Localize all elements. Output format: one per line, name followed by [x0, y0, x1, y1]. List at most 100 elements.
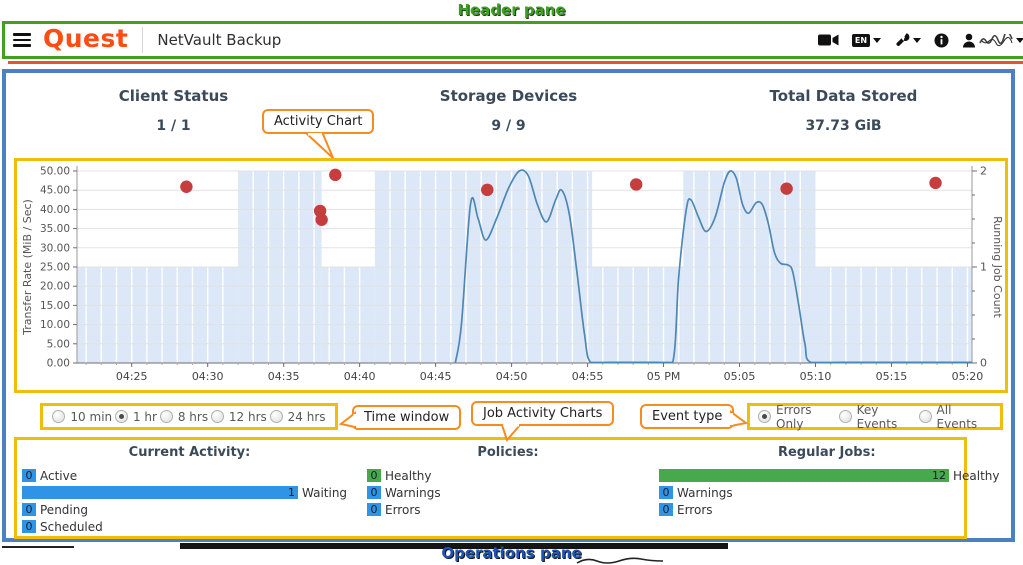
- app-header: Quest NetVault Backup EN: [2, 21, 1023, 59]
- radio-label: Errors Only: [776, 403, 839, 431]
- svg-text:04:35: 04:35: [268, 370, 300, 383]
- op-row-pending[interactable]: 0Pending: [22, 503, 362, 516]
- app-title: NetVault Backup: [157, 31, 281, 49]
- operations-pane-body: Client Status 1 / 1 Storage Devices 9 / …: [2, 69, 1015, 542]
- tools-menu[interactable]: [894, 32, 921, 48]
- svg-text:04:25: 04:25: [116, 370, 148, 383]
- op-label: Active: [40, 469, 77, 483]
- radio-label: All Events: [937, 403, 992, 431]
- radio-icon: [52, 410, 65, 423]
- op-label: Waiting: [302, 486, 347, 500]
- video-camera-icon[interactable]: [818, 33, 839, 47]
- tools-icon: [894, 32, 910, 48]
- callout-tail: [730, 411, 747, 428]
- language-menu[interactable]: EN: [852, 34, 881, 47]
- time-window-option-1-hr[interactable]: 1 hr: [115, 410, 157, 424]
- event-type-option-all-events[interactable]: All Events: [919, 403, 992, 431]
- chevron-down-icon: [1016, 38, 1023, 43]
- menu-icon[interactable]: [13, 33, 31, 47]
- time-window-option-12-hrs[interactable]: 12 hrs: [211, 410, 267, 424]
- radio-label: 24 hrs: [288, 410, 326, 424]
- op-bar-waiting: 1: [22, 486, 298, 499]
- user-icon: [962, 33, 976, 48]
- ops-section-title: Policies:: [362, 445, 654, 469]
- storage-devices-stat[interactable]: Storage Devices 9 / 9: [341, 87, 676, 134]
- time-window-option-24-hrs[interactable]: 24 hrs: [270, 410, 326, 424]
- svg-text:35.00: 35.00: [40, 223, 70, 235]
- svg-text:45.00: 45.00: [40, 185, 70, 197]
- svg-text:04:50: 04:50: [496, 370, 528, 383]
- stat-title: Client Status: [6, 87, 341, 105]
- event-type-option-key-events[interactable]: Key Events: [839, 403, 919, 431]
- op-row-waiting[interactable]: 1 Waiting: [22, 486, 362, 499]
- ops-section-title: Current Activity:: [17, 445, 362, 469]
- annotation-operations-pane: Operations pane: [0, 544, 1023, 562]
- op-bar-active: 0: [22, 469, 36, 482]
- op-row-scheduled[interactable]: 0Scheduled: [22, 520, 362, 533]
- radio-label: 10 min: [70, 410, 112, 424]
- radio-icon: [919, 410, 932, 423]
- svg-text:50.00: 50.00: [40, 166, 70, 178]
- header-divider: [8, 61, 1023, 64]
- svg-text:5.00: 5.00: [47, 338, 70, 350]
- chevron-down-icon: [913, 38, 921, 43]
- op-label: Healthy: [385, 469, 432, 483]
- event-type-option-errors-only[interactable]: Errors Only: [758, 403, 839, 431]
- user-menu[interactable]: [962, 33, 1023, 48]
- svg-text:40.00: 40.00: [40, 204, 70, 216]
- op-row-errors[interactable]: 0Errors: [659, 503, 1000, 516]
- stat-title: Total Data Stored: [676, 87, 1011, 105]
- activity-chart: 0.005.0010.0015.0020.0025.0030.0035.0040…: [14, 158, 1008, 393]
- svg-text:0: 0: [980, 357, 987, 370]
- svg-text:Transfer Rate (MiB / Sec): Transfer Rate (MiB / Sec): [21, 199, 34, 336]
- time-window-group: 10 min 1 hr 8 hrs 12 hrs 24 hrs: [40, 403, 338, 430]
- op-label: Warnings: [677, 486, 733, 500]
- op-label: Errors: [385, 503, 421, 517]
- svg-text:Running Job Count: Running Job Count: [991, 216, 1004, 318]
- radio-label: 1 hr: [133, 410, 157, 424]
- total-data-stored-stat[interactable]: Total Data Stored 37.73 GiB: [676, 87, 1011, 134]
- svg-text:25.00: 25.00: [40, 262, 70, 274]
- svg-text:04:30: 04:30: [192, 370, 224, 383]
- header-actions: EN: [818, 32, 1023, 48]
- op-row-active[interactable]: 0 Active: [22, 469, 362, 482]
- user-name-scribble: [979, 34, 1013, 47]
- stat-value: 9 / 9: [341, 118, 676, 134]
- time-window-option-10-min[interactable]: 10 min: [52, 410, 112, 424]
- event-type-group: Errors Only Key Events All Events: [747, 403, 1003, 430]
- annotation-time-window: Time window: [352, 405, 461, 430]
- svg-text:2: 2: [980, 165, 987, 178]
- radio-icon: [270, 410, 283, 423]
- radio-label: 12 hrs: [229, 410, 267, 424]
- job-activity-charts: Current Activity:0Active1Waiting0Pending…: [14, 437, 967, 539]
- stat-title: Storage Devices: [341, 87, 676, 105]
- info-button[interactable]: [934, 33, 949, 48]
- screenshot-root: Header pane Quest NetVault Backup EN: [0, 0, 1023, 565]
- op-row-warnings[interactable]: 0 Warnings: [659, 486, 1000, 499]
- svg-text:10.00: 10.00: [40, 319, 70, 331]
- radio-icon: [211, 410, 224, 423]
- op-row-errors[interactable]: 0Errors: [367, 503, 654, 516]
- ops-section-title: Regular Jobs:: [654, 445, 1000, 469]
- ops-section-current-activity-: Current Activity:0Active1Waiting0Pending…: [17, 445, 362, 537]
- op-bar-pending: 0: [22, 503, 36, 516]
- op-row-healthy[interactable]: 0 Healthy: [367, 469, 654, 482]
- svg-text:05:05: 05:05: [724, 370, 756, 383]
- op-row-healthy[interactable]: 12Healthy: [659, 469, 1000, 482]
- op-label: Scheduled: [40, 520, 103, 534]
- stat-value: 37.73 GiB: [676, 118, 1011, 134]
- radio-label: 8 hrs: [178, 410, 208, 424]
- op-bar-warnings: 0: [659, 486, 673, 499]
- svg-text:15.00: 15.00: [40, 300, 70, 312]
- divider: [142, 27, 143, 53]
- callout-tail: [304, 133, 336, 160]
- op-row-warnings[interactable]: 0Warnings: [367, 486, 654, 499]
- activity-chart-svg: 0.005.0010.0015.0020.0025.0030.0035.0040…: [17, 161, 1005, 390]
- time-window-option-8-hrs[interactable]: 8 hrs: [160, 410, 208, 424]
- op-bar-healthy: 0: [367, 469, 381, 482]
- radio-icon: [839, 410, 852, 423]
- radio-label: Key Events: [857, 403, 919, 431]
- svg-text:04:40: 04:40: [344, 370, 376, 383]
- callout-tail: [499, 424, 525, 442]
- callout-tail: [340, 412, 356, 429]
